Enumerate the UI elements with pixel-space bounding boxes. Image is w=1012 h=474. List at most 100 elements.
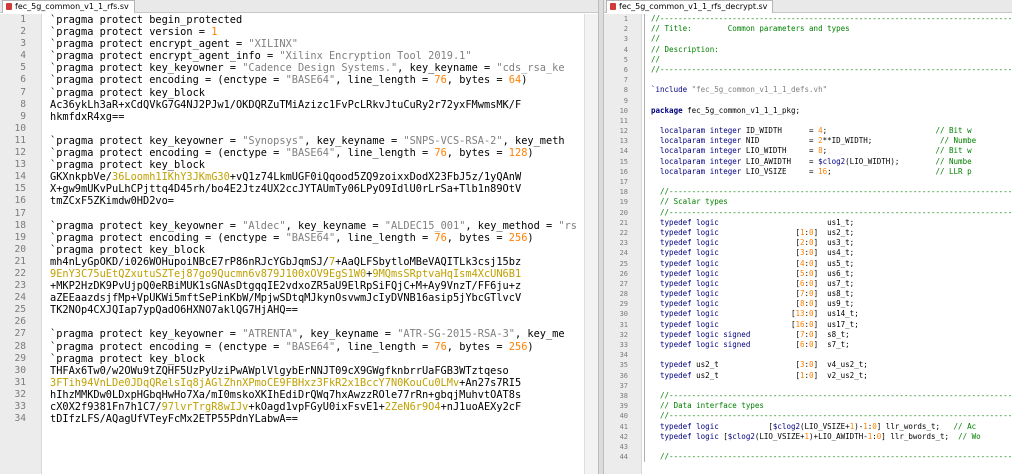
- code-line[interactable]: 18 //-----------------------------------…: [604, 187, 1012, 198]
- code-line[interactable]: 17: [0, 208, 598, 220]
- code-line[interactable]: 25 TK2NOp4CXJQIap7ypQadO6HXNO7aklQG7HjAHQ…: [0, 304, 598, 316]
- vertical-scrollbar[interactable]: [584, 14, 598, 474]
- code-line[interactable]: 44 //-----------------------------------…: [604, 452, 1012, 463]
- tab-encrypted-file[interactable]: fec_5g_common_v1_1_rfs.sv: [2, 0, 135, 13]
- code-line[interactable]: 33 typedef logic signed [6:0] s7_t;: [604, 340, 1012, 351]
- code-line[interactable]: 28 typedef logic [7:0] us8_t;: [604, 289, 1012, 300]
- code-line[interactable]: 9: [604, 95, 1012, 106]
- code-token: 128: [508, 147, 528, 160]
- code-line[interactable]: 32 hIhzMMKDw0LDxpHGbqHwHo7Xa/mI0mskoXKIhE…: [0, 389, 598, 401]
- code-line[interactable]: 15 localparam integer LIO_AWIDTH = $clog…: [604, 156, 1012, 167]
- code-line[interactable]: 19 // Scalar types: [604, 197, 1012, 208]
- line-number: 35: [619, 361, 628, 370]
- code-token: (LIO_VSIZE+: [800, 421, 850, 431]
- code-line[interactable]: 13 `pragma protect key_block: [0, 159, 598, 171]
- code-line[interactable]: 8 `include "fec_5g_common_v1_1_1_defs.vh": [604, 85, 1012, 96]
- code-editor-left[interactable]: 1 `pragma protect begin_protected 2 `pragma…: [0, 14, 598, 474]
- code-line[interactable]: 38 //-----------------------------------…: [604, 390, 1012, 402]
- code-line[interactable]: 7: [604, 75, 1012, 86]
- code-text: //--------------------------------------…: [651, 187, 1012, 197]
- fold-marker: [644, 64, 650, 76]
- code-line[interactable]: 3 `pragma protect encrypt_agent = "XILINX…: [0, 38, 598, 50]
- code-line[interactable]: 9 hkmfdxR4xg==: [0, 111, 598, 123]
- code-line[interactable]: 3 //: [604, 34, 1012, 45]
- code-line[interactable]: 42 typedef logic [$clog2(LIO_VSIZE+1)+LI…: [604, 431, 1012, 442]
- code-line[interactable]: 1 //-------------------------------------…: [604, 14, 1012, 25]
- code-line[interactable]: 15 X+gw9mUKvPuLhCPjttq4D45rh/bo4E2Jtz4UX2…: [0, 183, 598, 195]
- code-line[interactable]: 23 typedef logic [2:0] us3_t;: [604, 238, 1012, 249]
- code-token: `pragma protect encoding = (enctype =: [50, 340, 286, 353]
- code-token: ] us17_t;: [813, 319, 859, 329]
- code-line[interactable]: 6 `pragma protect encoding = (enctype = "…: [0, 74, 598, 86]
- code-line[interactable]: 10: [0, 123, 598, 135]
- code-line[interactable]: 28 `pragma protect encoding = (enctype = …: [0, 341, 598, 353]
- code-line[interactable]: 35 typedef us2_t [3:0] v4_us2_t;: [604, 360, 1012, 371]
- fold-marker: [644, 452, 650, 463]
- code-line[interactable]: 12 localparam integer ID_WIDTH = 4; // B…: [604, 126, 1012, 137]
- line-number: 27: [619, 279, 628, 288]
- code-token: typedef logic: [651, 238, 719, 248]
- code-line[interactable]: 5 `pragma protect key_keyowner = "Cadence…: [0, 62, 598, 74]
- code-line[interactable]: 31 typedef logic [16:0] us17_t;: [604, 319, 1012, 330]
- code-line[interactable]: 11 `pragma protect key_keyowner = "Synops…: [0, 135, 598, 147]
- code-line[interactable]: 19 `pragma protect encoding = (enctype = …: [0, 232, 598, 244]
- code-line[interactable]: 20 `pragma protect key_block: [0, 244, 598, 256]
- code-line[interactable]: 8 Ac36ykLh3aR+xCdQVkG7G4NJ2PJw1/OKDQRZuTM…: [0, 99, 598, 111]
- code-line[interactable]: 5 //: [604, 54, 1012, 65]
- tab-decrypted-file[interactable]: fec_5g_common_v1_1_rfs_decrypt.sv: [606, 0, 774, 13]
- code-text: `pragma protect begin_protected: [50, 14, 242, 26]
- code-line[interactable]: 16 tmZCxF5ZKimdw0HD2vo=: [0, 195, 598, 207]
- code-line[interactable]: 31 3FTih94VnLDe0JDqQRelsIq8jAGlZhnXPmoCE9…: [0, 377, 598, 389]
- code-line[interactable]: 10 package fec_5g_common_v1_1_1_pkg;: [604, 105, 1012, 116]
- code-line[interactable]: 21 typedef logic us1_t;: [604, 217, 1012, 228]
- code-line[interactable]: 26: [0, 316, 598, 328]
- code-line[interactable]: 23 +MKP2HzDK9PvUjpQ0eRBiMUK1sGNAsDtgqqIE2…: [0, 280, 598, 292]
- code-line[interactable]: 11: [604, 115, 1012, 127]
- code-line[interactable]: 34: [604, 350, 1012, 361]
- code-line[interactable]: 33 cX0X2f9381Fn7h1C7/97lvrTrgR8wIJv+kOagd…: [0, 401, 598, 413]
- code-line[interactable]: 18 `pragma protect key_keyowner = "Aldec"…: [0, 220, 598, 232]
- code-line[interactable]: 4 `pragma protect encrypt_agent_info = "X…: [0, 50, 598, 62]
- code-line[interactable]: 20 //-----------------------------------…: [604, 207, 1012, 218]
- code-line[interactable]: 30 THFAx6Tw0/w2OWu9tZQHF5UzPyUziPwAWplVlg…: [0, 365, 598, 377]
- code-text: `pragma protect key_block: [50, 87, 205, 99]
- code-line[interactable]: 30 typedef logic [13:0] us14_t;: [604, 309, 1012, 320]
- fold-marker: [644, 146, 650, 157]
- code-line[interactable]: 4 // Description:: [604, 44, 1012, 55]
- code-line[interactable]: 21 mh4nLyGpOKD/i026WOHupoiNBcE7rP86nRJcYG…: [0, 256, 598, 268]
- code-line[interactable]: 37: [604, 380, 1012, 391]
- code-line[interactable]: 14 localparam integer LIO_WIDTH = 8; // …: [604, 146, 1012, 157]
- code-line[interactable]: 26 typedef logic [5:0] us6_t;: [604, 268, 1012, 279]
- code-line[interactable]: 1 `pragma protect begin_protected: [0, 14, 598, 26]
- code-line[interactable]: 17: [604, 177, 1012, 188]
- code-line[interactable]: 29 typedef logic [8:0] us9_t;: [604, 299, 1012, 310]
- code-line[interactable]: 36 typedef us2_t [1:0] v2_us2_t;: [604, 370, 1012, 381]
- code-line[interactable]: 7 `pragma protect key_block: [0, 87, 598, 99]
- code-line[interactable]: 27 `pragma protect key_keyowner = "ATRENT…: [0, 328, 598, 340]
- code-line[interactable]: 22 typedef logic [1:0] us2_t;: [604, 227, 1012, 239]
- code-line[interactable]: 2 // Title: Common parameters and types: [604, 24, 1012, 35]
- code-line[interactable]: 24 aZEEaazdsjfMp+VpUKWi5mftSePinKbW/MpjwS…: [0, 292, 598, 304]
- code-line[interactable]: 2 `pragma protect version = 1: [0, 26, 598, 38]
- code-line[interactable]: 25 typedef logic [4:0] us5_t;: [604, 258, 1012, 269]
- code-line[interactable]: 13 localparam integer NID = 2**ID_WIDTH;…: [604, 136, 1012, 147]
- line-number: 30: [14, 364, 26, 376]
- code-line[interactable]: 39 // Data interface types: [604, 401, 1012, 412]
- code-line[interactable]: 43: [604, 441, 1012, 453]
- code-line[interactable]: 6 //-------------------------------------…: [604, 64, 1012, 76]
- code-line[interactable]: 41 typedef logic [$clog2(LIO_VSIZE+1)-1:…: [604, 421, 1012, 432]
- code-text: //: [651, 34, 660, 44]
- code-line[interactable]: 24 typedef logic [3:0] us4_t;: [604, 248, 1012, 259]
- code-line[interactable]: 29 `pragma protect key_block: [0, 353, 598, 365]
- code-token: **ID_WIDTH;: [822, 136, 940, 146]
- code-line[interactable]: 40 //-----------------------------------…: [604, 411, 1012, 422]
- code-token: us2_t [: [691, 370, 801, 380]
- code-line[interactable]: 14 GKXnkpbVe/36Loomh1IKhY3JKmG30+vQ1z74Lk…: [0, 171, 598, 183]
- code-line[interactable]: 12 `pragma protect encoding = (enctype = …: [0, 147, 598, 159]
- code-line[interactable]: 27 typedef logic [6:0] us7_t;: [604, 278, 1012, 290]
- code-line[interactable]: 22 9EnY3C75uEtQZxutuSZTej87go9Qucmn6v879J…: [0, 268, 598, 280]
- code-line[interactable]: 32 typedef logic signed [7:0] s8_t;: [604, 329, 1012, 340]
- code-editor-right[interactable]: 1 //-------------------------------------…: [604, 14, 1012, 474]
- code-line[interactable]: 34 tDIfzLFS/AQagUfVTeyFcMx2ETP55PdnYLabwA…: [0, 413, 598, 425]
- code-line[interactable]: 16 localparam integer LIO_VSIZE = 16; //…: [604, 166, 1012, 177]
